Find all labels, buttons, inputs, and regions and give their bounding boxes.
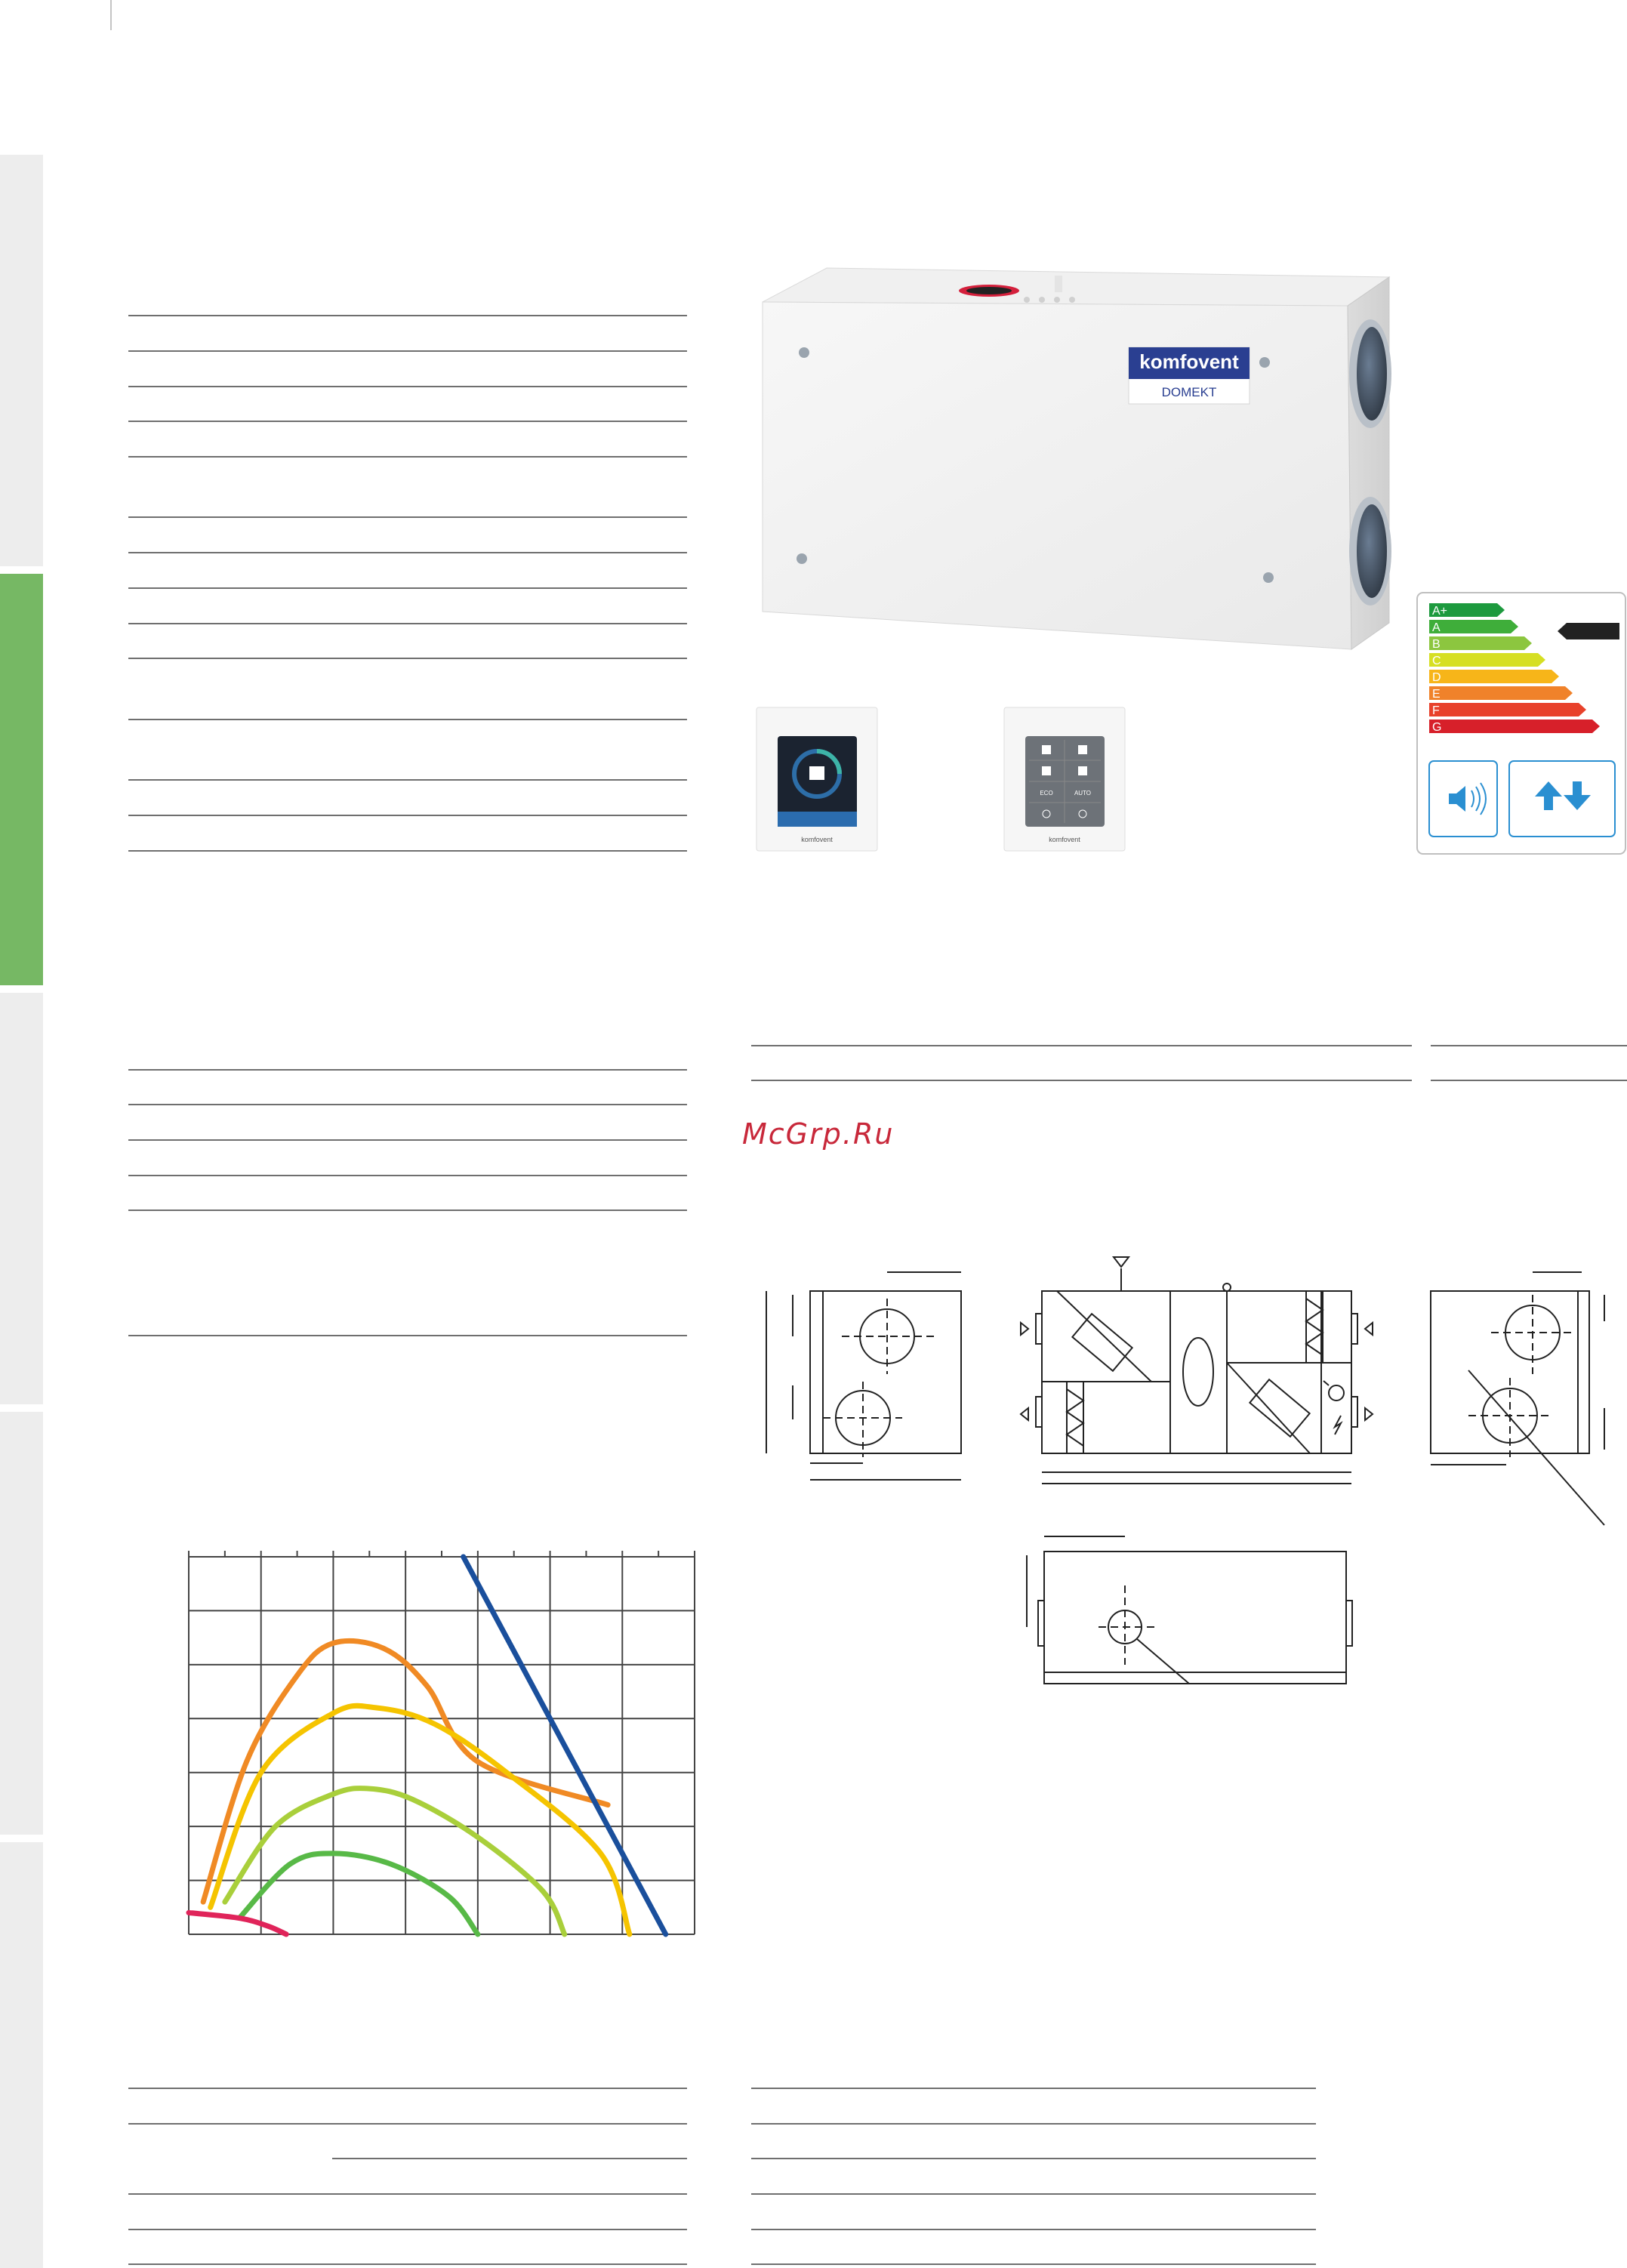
chart-series-line-5 <box>186 1909 289 1937</box>
energy-class-label: A+ <box>1432 605 1447 618</box>
left-side-view <box>766 1271 962 1481</box>
energy-class-bar <box>1429 653 1545 667</box>
performance-chart <box>186 1551 695 1937</box>
chart-series-line-2 <box>208 1703 633 1937</box>
energy-class-bar <box>1429 620 1518 633</box>
svg-text:komfovent: komfovent <box>1049 836 1080 843</box>
margin-mark <box>110 0 112 30</box>
energy-class-bar <box>1429 720 1600 733</box>
energy-label: A+ A B C D E F G <box>1416 591 1627 855</box>
watermark: McGrp.Ru <box>742 1117 895 1151</box>
chart-series-line-6 <box>461 1554 669 1937</box>
chart-series-line-4 <box>236 1850 481 1937</box>
energy-class-label: C <box>1432 655 1441 667</box>
airflow-icon-box <box>1508 760 1616 837</box>
brand-logo-text: komfovent <box>1139 350 1239 373</box>
product-image: komfovent DOMEKT <box>762 267 1391 650</box>
technical-drawings <box>766 1256 1605 1684</box>
svg-text:AUTO: AUTO <box>1074 790 1091 797</box>
touch-controller: komfovent <box>756 707 878 852</box>
energy-class-bar <box>1429 686 1573 700</box>
energy-class-label: F <box>1432 704 1440 717</box>
button-controller: ECO AUTO komfovent <box>1003 707 1126 852</box>
energy-class-bar <box>1429 703 1586 716</box>
model-logo-text: DOMEKT <box>1162 385 1217 399</box>
side-tab-3[interactable] <box>0 993 43 1404</box>
energy-class-indicator <box>1558 623 1619 639</box>
side-tab-5[interactable] <box>0 1842 43 2268</box>
energy-class-label: G <box>1432 721 1441 734</box>
center-schematic-view <box>1019 1256 1374 1484</box>
energy-class-bar <box>1429 636 1532 650</box>
energy-class-label: E <box>1432 688 1441 701</box>
energy-class-label: B <box>1432 638 1441 651</box>
energy-class-bar <box>1429 670 1559 683</box>
side-tab-1[interactable] <box>0 155 43 566</box>
svg-text:komfovent: komfovent <box>801 836 833 843</box>
chart-series-line-3 <box>222 1786 568 1937</box>
bottom-top-view <box>1026 1536 1353 1684</box>
energy-class-label: A <box>1432 621 1441 634</box>
right-side-view <box>1430 1271 1605 1526</box>
energy-class-label: D <box>1432 671 1441 684</box>
svg-text:ECO: ECO <box>1040 790 1052 797</box>
side-tab-2-active[interactable] <box>0 574 43 985</box>
side-tab-4[interactable] <box>0 1412 43 1835</box>
